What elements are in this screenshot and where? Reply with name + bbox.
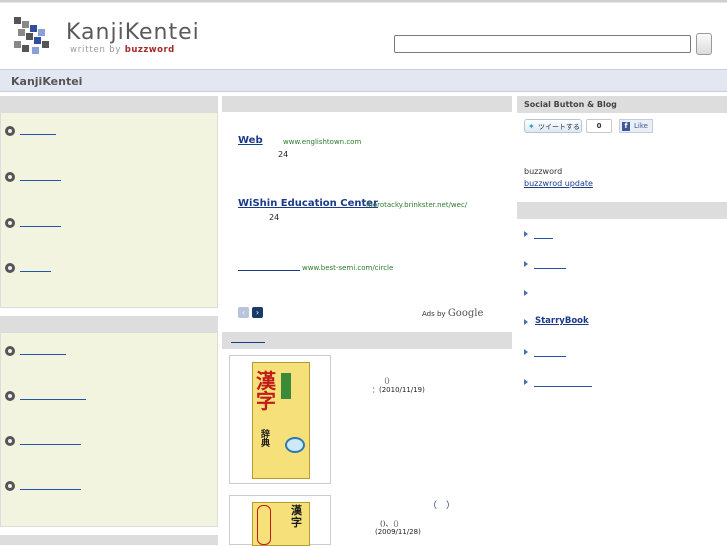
- like-label: Like: [634, 122, 648, 130]
- tweet-label: ツイートする: [538, 123, 580, 131]
- cover-subtitle: 辞典: [261, 430, 271, 449]
- bullet-icon: [5, 218, 15, 228]
- book-cover-frame[interactable]: 漢字: [229, 495, 331, 546]
- page-title: KanjiKentei: [11, 75, 83, 88]
- ad-title[interactable]: WiShin Education Center: [238, 198, 378, 209]
- book-cover-frame[interactable]: 漢字 辞典: [229, 355, 331, 484]
- cover-stripe: [281, 373, 291, 399]
- ad-detail: 24: [278, 150, 289, 159]
- bullet-icon: [5, 481, 15, 491]
- links-header: [517, 202, 727, 219]
- right-link[interactable]: [534, 386, 592, 387]
- ad-url[interactable]: www.englishtown.com: [283, 138, 361, 146]
- book-title-link[interactable]: （ ）: [428, 498, 455, 511]
- site-byline: written by buzzword: [70, 45, 175, 55]
- tweet-count: 0: [586, 119, 612, 133]
- bullet-icon: [5, 172, 15, 182]
- ads-by-label[interactable]: Ads by Google: [422, 308, 483, 319]
- list-item-link[interactable]: [20, 444, 81, 445]
- site-title[interactable]: KanjiKentei: [66, 20, 200, 45]
- ad-detail: 24: [269, 213, 280, 222]
- twitter-bird-icon: ✦: [528, 122, 535, 131]
- ad-url[interactable]: morotacky.brinkster.net/wec/: [366, 201, 467, 209]
- bullet-icon: [5, 436, 15, 446]
- right-link[interactable]: [534, 268, 566, 269]
- ads-prev-button[interactable]: ‹: [238, 307, 249, 318]
- cover-kanji: 漢字: [256, 369, 276, 413]
- search-input[interactable]: [394, 35, 691, 53]
- social-header-title: Social Button & Blog: [524, 100, 617, 109]
- list-item-link[interactable]: [20, 399, 86, 400]
- site-header: KanjiKentei written by buzzword: [0, 3, 727, 69]
- cover-kanji: 漢字: [291, 504, 302, 529]
- fishbowl-icon: [285, 437, 305, 453]
- ads-by-prefix: Ads by: [422, 310, 446, 318]
- byline-prefix: written by: [70, 45, 122, 55]
- starrybook-link[interactable]: StarryBook: [535, 316, 589, 326]
- left-panel-header-3: [0, 535, 218, 545]
- list-item-link[interactable]: [20, 354, 66, 355]
- blog-name: buzzword: [524, 167, 563, 176]
- facebook-icon: f: [622, 122, 630, 131]
- left-panel-1: [0, 112, 218, 308]
- books-panel: 漢字 辞典 （） ：(2010/11/19) 漢字 （ ） ()、（） (200…: [222, 349, 512, 546]
- tweet-button[interactable]: ✦ ツイートする: [524, 119, 582, 133]
- ad-title[interactable]: Web: [238, 135, 263, 146]
- page-titlebar: KanjiKentei: [0, 69, 727, 92]
- ads-panel: Web www.englishtown.com 24 WiShin Educat…: [222, 112, 512, 324]
- right-link[interactable]: [534, 238, 553, 239]
- right-link[interactable]: [534, 356, 566, 357]
- social-header: Social Button & Blog: [517, 96, 727, 113]
- ads-next-button[interactable]: ›: [252, 307, 263, 318]
- book-cover-image[interactable]: 漢字: [252, 502, 310, 546]
- left-panel-2: [0, 332, 218, 527]
- list-item-link[interactable]: [20, 271, 51, 272]
- left-panel-header-1: [0, 96, 218, 113]
- book-info-line2: ：(2010/11/19): [372, 386, 425, 394]
- bullet-icon: [5, 346, 15, 356]
- arrow-icon: [524, 379, 528, 385]
- byline-brand[interactable]: buzzword: [125, 45, 175, 55]
- ad-url[interactable]: www.best-semi.com/circle: [302, 264, 393, 272]
- arrow-icon: [524, 261, 528, 267]
- like-button[interactable]: f Like: [619, 119, 653, 133]
- list-item-link[interactable]: [20, 226, 61, 227]
- list-item-link[interactable]: [20, 180, 61, 181]
- logo-icon: [14, 17, 54, 55]
- arrow-icon: [524, 290, 528, 296]
- arrow-icon: [524, 349, 528, 355]
- arrow-icon: [524, 231, 528, 237]
- list-item-link[interactable]: [20, 489, 81, 490]
- bullet-icon: [5, 126, 15, 136]
- arrow-icon: [524, 319, 528, 325]
- search-button[interactable]: [696, 33, 712, 55]
- bullet-icon: [5, 263, 15, 273]
- book-cover-image[interactable]: 漢字 辞典: [252, 362, 310, 479]
- bullet-icon: [5, 391, 15, 401]
- blog-update-link[interactable]: buzzwrod update: [524, 179, 593, 188]
- ad-title-link[interactable]: [238, 270, 300, 271]
- list-item-link[interactable]: [20, 134, 56, 135]
- book-info-line2: (2009/11/28): [375, 528, 421, 536]
- google-logo: Google: [447, 308, 484, 319]
- books-header-link[interactable]: [231, 342, 265, 343]
- cover-emblem: [257, 505, 271, 545]
- ads-header: [222, 96, 512, 113]
- books-header: [222, 332, 512, 349]
- left-panel-header-2: [0, 316, 218, 333]
